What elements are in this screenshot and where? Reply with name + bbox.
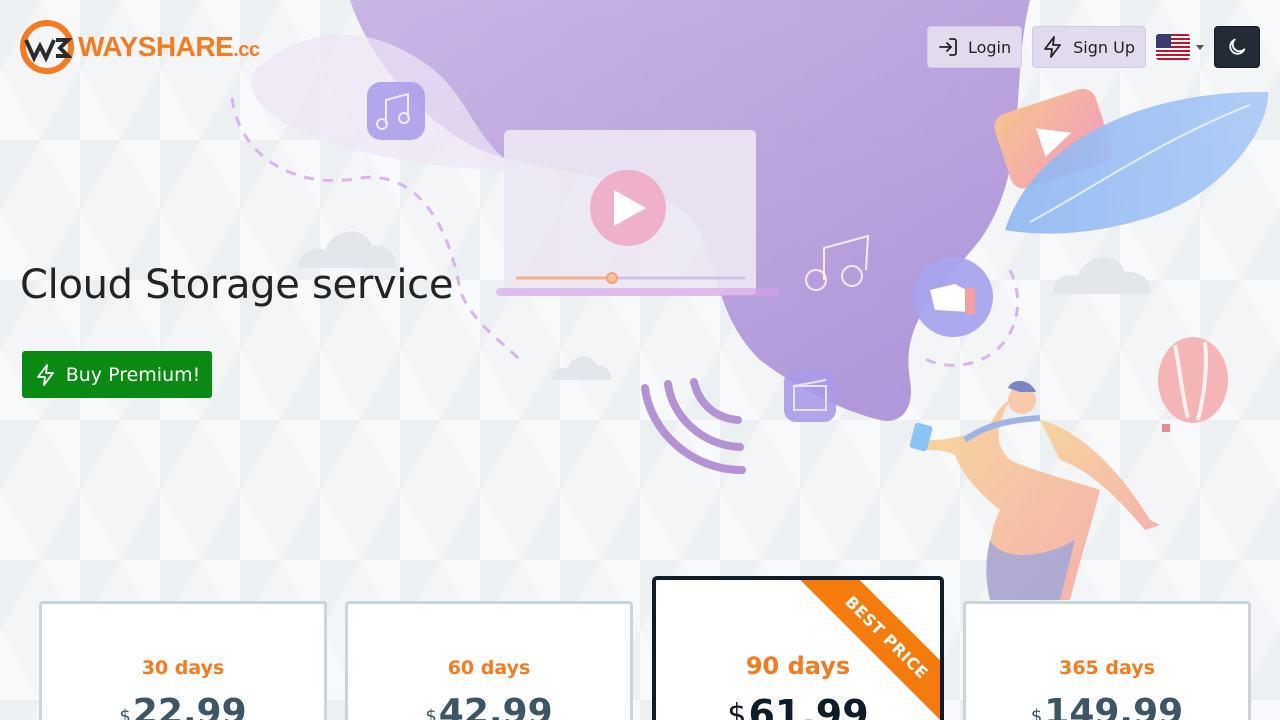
brand-tld: .cc: [233, 39, 260, 61]
plan-currency: $: [425, 706, 437, 720]
plan-days: 90 days: [745, 652, 851, 680]
plan-price: $22.99: [42, 692, 324, 720]
signup-button[interactable]: Sign Up: [1032, 26, 1146, 68]
plan-card-60[interactable]: 60 days $42.99: [345, 601, 633, 720]
plan-days: 60 days: [447, 657, 531, 679]
site-logo[interactable]: WAYSHARE.cc: [20, 20, 260, 74]
plan-amount: 22.99: [132, 692, 247, 720]
lightning-icon: [1044, 36, 1062, 58]
plan-currency: $: [1030, 706, 1043, 720]
top-nav: Login Sign Up: [926, 26, 1260, 68]
us-flag-icon: [1156, 34, 1190, 60]
chevron-down-icon: [1196, 44, 1204, 50]
plan-price: $42.99: [348, 692, 630, 720]
plan-currency: $: [119, 706, 131, 720]
logo-text: WAYSHARE.cc: [78, 31, 260, 63]
hero-title: Cloud Storage service: [20, 262, 454, 308]
logo-mark-icon: [20, 20, 74, 74]
plan-days: 30 days: [141, 657, 225, 679]
plan-amount: 42.99: [438, 692, 553, 720]
plan-card-90[interactable]: BEST PRICE 90 days $61.99: [652, 576, 944, 720]
plan-price: $149.99: [966, 692, 1248, 720]
language-selector[interactable]: [1156, 34, 1204, 60]
plan-currency: $: [727, 698, 747, 720]
theme-toggle-button[interactable]: [1214, 26, 1260, 68]
plan-card-365[interactable]: 365 days $149.99: [963, 601, 1251, 720]
signup-label: Sign Up: [1073, 37, 1135, 57]
buy-premium-label: Buy Premium!: [65, 363, 201, 386]
login-label: Login: [967, 37, 1012, 57]
plan-amount: 149.99: [1044, 692, 1184, 720]
plan-amount: 61.99: [748, 692, 869, 720]
buy-premium-button[interactable]: Buy Premium!: [22, 351, 212, 398]
plan-card-30[interactable]: 30 days $22.99: [39, 601, 327, 720]
lightning-icon: [36, 363, 54, 386]
plan-price: $61.99: [656, 692, 940, 720]
plan-days: 365 days: [1059, 657, 1155, 679]
brand-name: WAYSHARE: [78, 31, 234, 62]
login-icon: [939, 38, 957, 56]
moon-icon: [1229, 38, 1246, 55]
login-button[interactable]: Login: [926, 26, 1023, 68]
